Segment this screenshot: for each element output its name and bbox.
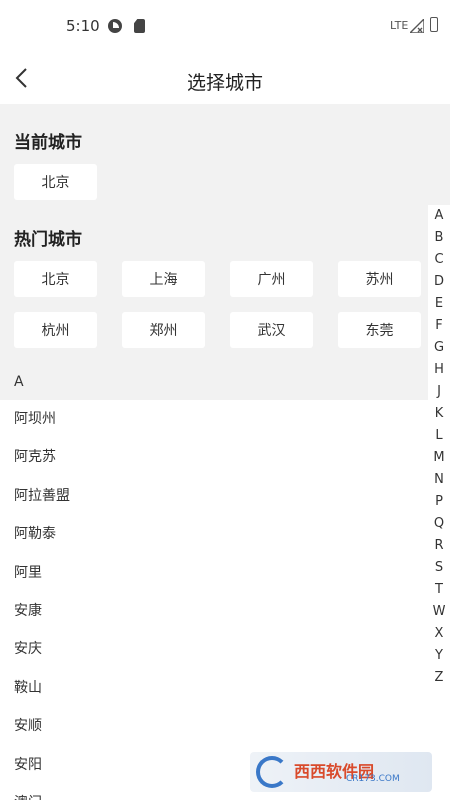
watermark-sub: CR173.COM [346, 774, 400, 784]
index-letter[interactable]: H [428, 359, 450, 381]
letter-group-header: A [14, 374, 24, 390]
hot-city-chip[interactable]: 北京 [14, 261, 97, 297]
network-type-label: LTE [390, 19, 409, 32]
signal-icon [410, 19, 424, 33]
index-letter[interactable]: Z [428, 667, 450, 689]
current-city-chip[interactable]: 北京 [14, 164, 97, 200]
index-letter[interactable]: X [428, 623, 450, 645]
status-bar: 5:10 LTE [0, 0, 450, 52]
current-city-title: 当前城市 [14, 133, 82, 153]
index-letter[interactable]: L [428, 425, 450, 447]
hot-city-chip[interactable]: 武汉 [230, 312, 313, 348]
city-list-item[interactable]: 阿坝州 [0, 400, 428, 438]
battery-icon [430, 17, 438, 32]
hot-city-chip[interactable]: 苏州 [338, 261, 421, 297]
index-letter[interactable]: M [428, 447, 450, 469]
index-letter[interactable]: N [428, 469, 450, 491]
index-letter[interactable]: D [428, 271, 450, 293]
hot-cities-title: 热门城市 [14, 230, 82, 250]
page-title: 选择城市 [186, 72, 263, 94]
city-list-item[interactable]: 安庆 [0, 630, 428, 668]
watermark-logo: 西西软件园 CR173.COM [250, 752, 432, 792]
index-letter[interactable]: W [428, 601, 450, 623]
city-list-item[interactable]: 鞍山 [0, 669, 428, 707]
city-list: 阿坝州 阿克苏 阿拉善盟 阿勒泰 阿里 安康 安庆 鞍山 安顺 安阳 澳门 [0, 400, 428, 800]
alphabet-index-bar[interactable]: ABCDEFGHJKLMNPQRSTWXYZ [428, 205, 450, 695]
hot-city-chip[interactable]: 东莞 [338, 312, 421, 348]
index-letter[interactable]: C [428, 249, 450, 271]
watermark-icon [256, 756, 288, 788]
index-letter[interactable]: S [428, 557, 450, 579]
status-time: 5:10 [66, 17, 100, 35]
header-panel: 当前城市 北京 热门城市 北京 上海 广州 苏州 杭州 郑州 武汉 东莞 [0, 104, 450, 400]
city-list-item[interactable]: 安康 [0, 592, 428, 630]
index-letter[interactable]: Q [428, 513, 450, 535]
index-letter[interactable]: K [428, 403, 450, 425]
index-letter[interactable]: F [428, 315, 450, 337]
city-list-item[interactable]: 阿里 [0, 554, 428, 592]
index-letter[interactable]: G [428, 337, 450, 359]
nav-bar: 选择城市 [0, 52, 450, 104]
index-letter[interactable]: Y [428, 645, 450, 667]
hot-city-chip[interactable]: 郑州 [122, 312, 205, 348]
index-letter[interactable]: P [428, 491, 450, 513]
index-letter[interactable]: J [428, 381, 450, 403]
city-list-item[interactable]: 阿勒泰 [0, 515, 428, 553]
index-letter[interactable]: E [428, 293, 450, 315]
index-letter[interactable]: B [428, 227, 450, 249]
index-letter[interactable]: A [428, 205, 450, 227]
city-list-item[interactable]: 安顺 [0, 707, 428, 745]
hot-city-chip[interactable]: 杭州 [14, 312, 97, 348]
sd-card-icon [134, 19, 145, 33]
city-list-item[interactable]: 阿拉善盟 [0, 477, 428, 515]
city-list-item[interactable]: 阿克苏 [0, 438, 428, 476]
index-letter[interactable]: R [428, 535, 450, 557]
data-saver-icon [108, 19, 122, 33]
index-letter[interactable]: T [428, 579, 450, 601]
hot-city-chip[interactable]: 上海 [122, 261, 205, 297]
hot-city-chip[interactable]: 广州 [230, 261, 313, 297]
